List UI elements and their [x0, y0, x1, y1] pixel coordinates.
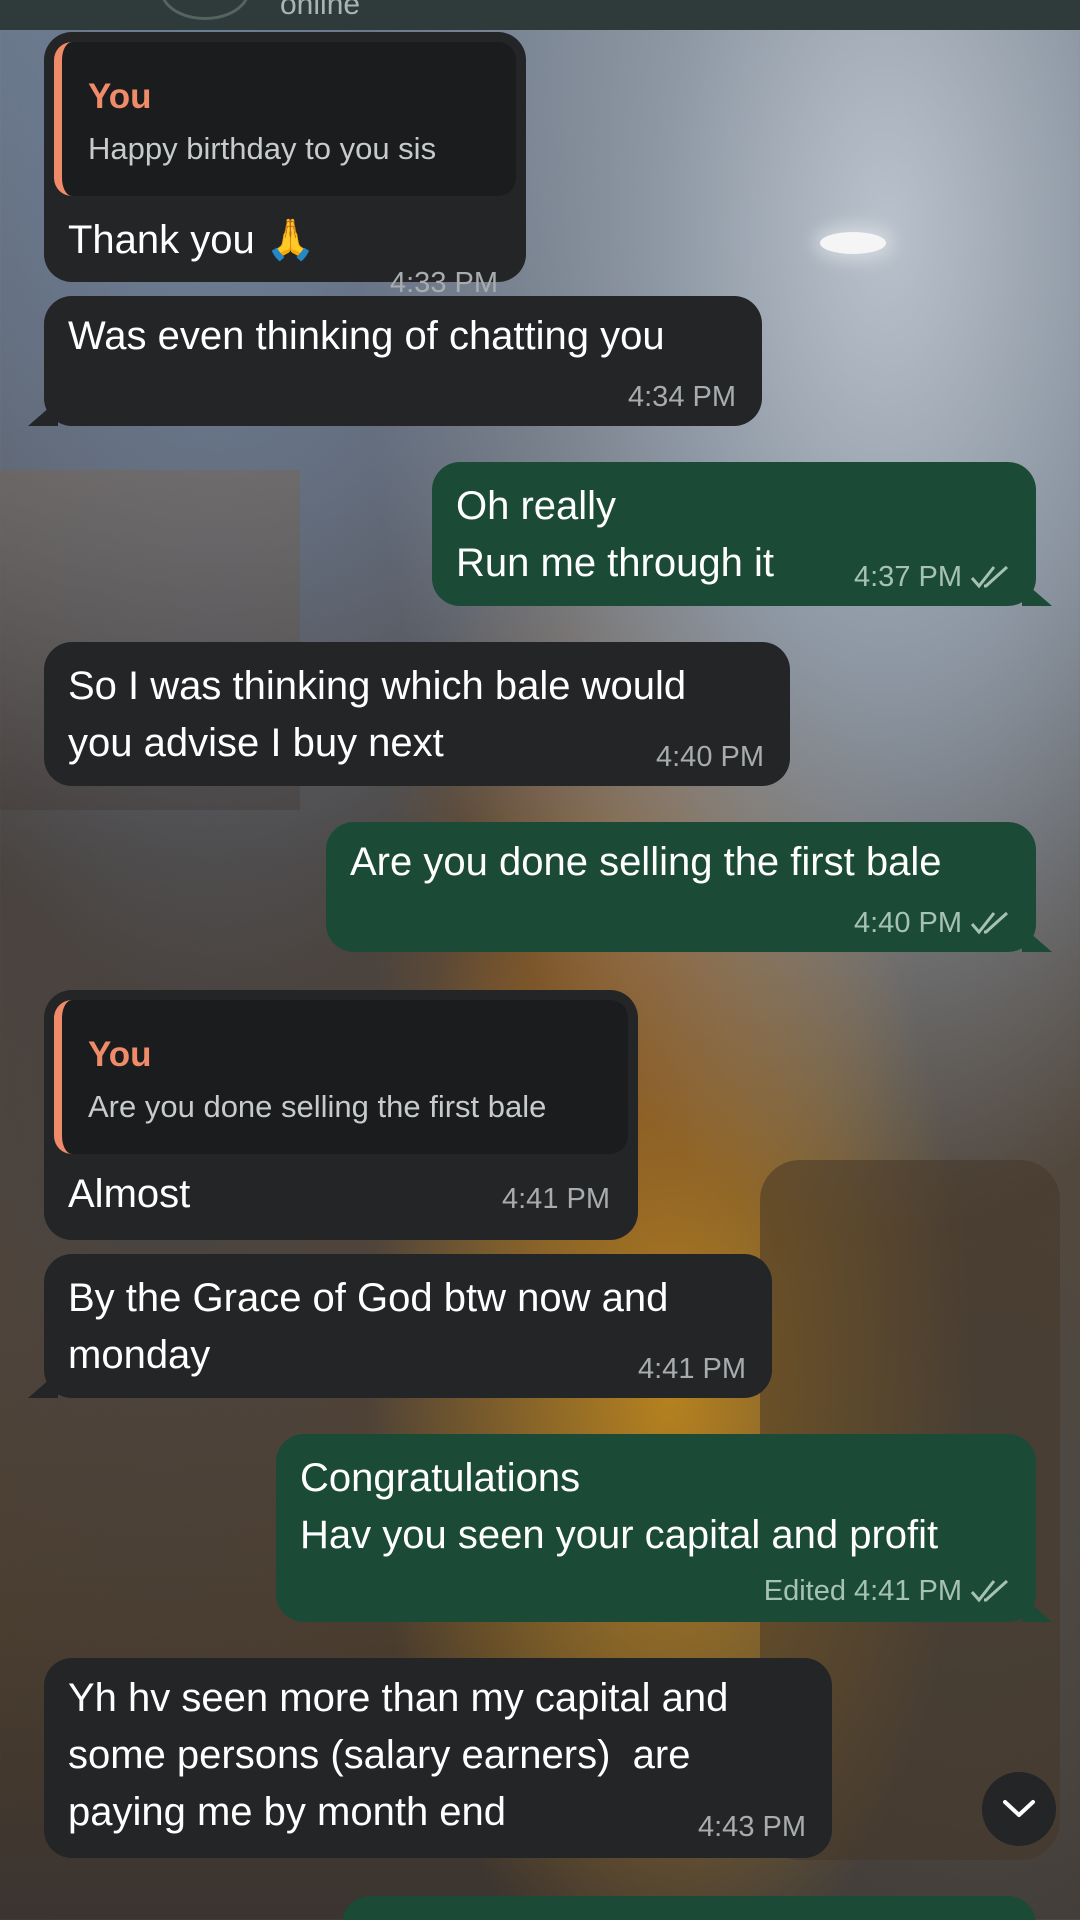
message-bubble-incoming[interactable]: Yh hv seen more than my capital and some…: [44, 1658, 832, 1858]
message-meta: 4:37 PM: [854, 560, 1010, 594]
message-text: So I was thinking which bale would you a…: [68, 664, 687, 765]
message-meta: 4:43 PM: [698, 1810, 806, 1844]
message-time: 4:37 PM: [854, 561, 962, 593]
message-time: 4:40 PM: [854, 907, 962, 939]
scroll-to-bottom-button[interactable]: [982, 1772, 1056, 1846]
message-text: Was even thinking of chatting you: [68, 314, 665, 358]
quoted-author: You: [88, 77, 152, 116]
message-meta: 4:40 PM: [656, 740, 764, 774]
message-bubble-incoming[interactable]: By the Grace of God btw now and monday 4…: [44, 1254, 772, 1398]
message-meta: 4:41 PM: [502, 1182, 610, 1216]
message-time: 4:43 PM: [698, 1811, 806, 1843]
message-text: Thank you 🙏: [68, 218, 316, 262]
message-meta: 4:41 PM: [638, 1352, 746, 1386]
message-bubble-outgoing-partial[interactable]: [342, 1896, 1036, 1920]
quoted-text: Are you done selling the first bale: [88, 1089, 547, 1124]
message-bubble-outgoing[interactable]: Are you done selling the first bale 4:40…: [326, 822, 1036, 952]
quoted-message[interactable]: You Happy birthday to you sis: [54, 42, 516, 196]
quoted-text: Happy birthday to you sis: [88, 131, 437, 166]
double-check-icon: [970, 1579, 1009, 1603]
message-meta: 4:34 PM: [628, 380, 736, 414]
message-bubble-incoming[interactable]: You Are you done selling the first bale …: [44, 990, 638, 1240]
message-text: Are you done selling the first bale: [350, 840, 942, 884]
double-check-icon: [970, 911, 1009, 935]
message-time: 4:40 PM: [656, 741, 764, 773]
avatar[interactable]: [160, 0, 250, 20]
contact-status: online: [280, 0, 361, 21]
message-bubble-incoming[interactable]: You Happy birthday to you sis Thank you …: [44, 32, 526, 299]
chat-header[interactable]: online: [0, 0, 1080, 30]
message-meta: 4:40 PM: [854, 906, 1010, 940]
quoted-message[interactable]: You Are you done selling the first bale: [54, 1000, 628, 1154]
chevron-down-icon: [1003, 1800, 1035, 1817]
message-text: Congratulations Hav you seen your capita…: [300, 1456, 939, 1557]
message-bubble-incoming[interactable]: So I was thinking which bale would you a…: [44, 642, 790, 786]
message-time: 4:33 PM: [390, 267, 498, 299]
message-text: Oh really Run me through it: [456, 484, 774, 585]
message-time: 4:34 PM: [628, 381, 736, 413]
message-time: 4:41 PM: [502, 1183, 610, 1215]
background-light: [820, 232, 886, 254]
message-bubble-incoming[interactable]: Was even thinking of chatting you 4:34 P…: [44, 296, 762, 426]
double-check-icon: [970, 565, 1009, 589]
quoted-author: You: [88, 1035, 152, 1074]
message-bubble-outgoing[interactable]: Oh really Run me through it 4:37 PM: [432, 462, 1036, 606]
message-time: 4:41 PM: [854, 1575, 962, 1607]
message-meta: 4:33 PM: [390, 266, 498, 300]
message-text: By the Grace of God btw now and monday: [68, 1276, 669, 1377]
edited-label: Edited: [763, 1575, 846, 1607]
message-time: 4:41 PM: [638, 1353, 746, 1385]
message-text: Almost: [68, 1172, 191, 1216]
message-text: Yh hv seen more than my capital and some…: [68, 1676, 729, 1834]
message-bubble-outgoing[interactable]: Congratulations Hav you seen your capita…: [276, 1434, 1036, 1622]
message-meta: Edited 4:41 PM: [764, 1574, 1010, 1608]
